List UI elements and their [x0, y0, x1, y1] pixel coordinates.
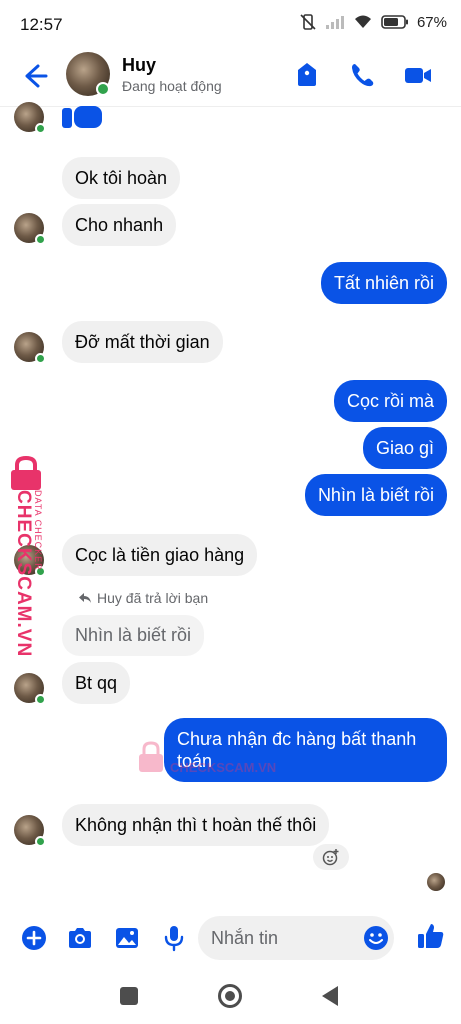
- incoming-message[interactable]: Cho nhanh: [62, 204, 177, 246]
- system-nav-bar: [0, 968, 461, 1024]
- thumbs-up-icon[interactable]: [416, 921, 446, 951]
- watermark-lock-icon: [11, 456, 41, 490]
- incoming-message[interactable]: Ok tôi hoàn: [62, 157, 181, 199]
- back-button[interactable]: [322, 986, 338, 1006]
- emoji-icon[interactable]: [362, 924, 390, 952]
- online-indicator: [96, 82, 110, 96]
- incoming-message[interactable]: Đỡ mất thời gian: [62, 321, 223, 363]
- home-button[interactable]: [218, 984, 242, 1008]
- signal-icon: [325, 16, 344, 29]
- incoming-message[interactable]: Bt qq: [62, 662, 131, 704]
- sender-avatar[interactable]: [14, 673, 46, 705]
- phone-icon[interactable]: [347, 60, 377, 90]
- replied-quote[interactable]: Nhìn là biết rồi: [62, 615, 205, 656]
- status-time: 12:57: [20, 15, 63, 34]
- reply-note-text: Huy đã trả lời bạn: [97, 590, 209, 606]
- outgoing-message[interactable]: Cọc rồi mà: [333, 380, 447, 422]
- sender-avatar[interactable]: [14, 102, 46, 134]
- video-call-icon[interactable]: [403, 60, 433, 90]
- message-composer: [0, 908, 461, 968]
- watermark-lock-faded-icon: [139, 741, 163, 772]
- contact-name[interactable]: Huy: [122, 55, 156, 76]
- seen-indicator-avatar: [427, 873, 445, 891]
- online-indicator: [35, 123, 46, 134]
- status-bar: 12:57 67%: [0, 0, 461, 50]
- incoming-message[interactable]: Cọc là tiền giao hàng: [62, 534, 258, 576]
- recents-button[interactable]: [120, 987, 138, 1005]
- outgoing-message[interactable]: Tất nhiên rồi: [320, 262, 447, 304]
- watermark-brand: CHECKSCAM.VN: [13, 490, 34, 658]
- watermark-overlay: CHECKSCAM.VN: [170, 760, 277, 775]
- status-icons: 67%: [299, 13, 447, 31]
- plus-icon[interactable]: [20, 924, 48, 952]
- online-indicator: [35, 353, 46, 364]
- watermark-tag: DATA CHECKER: [33, 490, 43, 571]
- online-indicator: [35, 694, 46, 705]
- reply-arrow-icon: [79, 593, 91, 603]
- outgoing-message[interactable]: Giao gì: [362, 427, 447, 469]
- battery-percent: 67%: [416, 13, 447, 31]
- outgoing-message[interactable]: Nhìn là biết rồi: [304, 474, 447, 516]
- like-sticker-icon: [62, 106, 102, 128]
- emoji-add-icon: [322, 849, 339, 866]
- back-arrow-icon[interactable]: [18, 60, 50, 92]
- wifi-icon: [354, 15, 371, 28]
- sender-avatar[interactable]: [14, 815, 46, 847]
- contact-status: Đang hoạt động: [122, 78, 222, 94]
- online-indicator: [35, 234, 46, 245]
- image-icon[interactable]: [113, 924, 141, 952]
- sender-avatar[interactable]: [14, 213, 46, 245]
- incoming-message[interactable]: Không nhận thì t hoàn thế thôi: [62, 804, 330, 846]
- add-reaction-button[interactable]: [313, 844, 349, 870]
- chat-header: Huy Đang hoạt động: [0, 50, 461, 106]
- reply-indicator: Huy đã trả lời bạn: [78, 590, 208, 606]
- online-indicator: [35, 836, 46, 847]
- camera-icon[interactable]: [66, 924, 94, 952]
- battery-icon: [381, 15, 408, 29]
- microphone-icon[interactable]: [160, 924, 188, 952]
- sender-avatar[interactable]: [14, 332, 46, 364]
- shield-icon[interactable]: [292, 60, 322, 90]
- vibrate-off-icon: [300, 14, 316, 30]
